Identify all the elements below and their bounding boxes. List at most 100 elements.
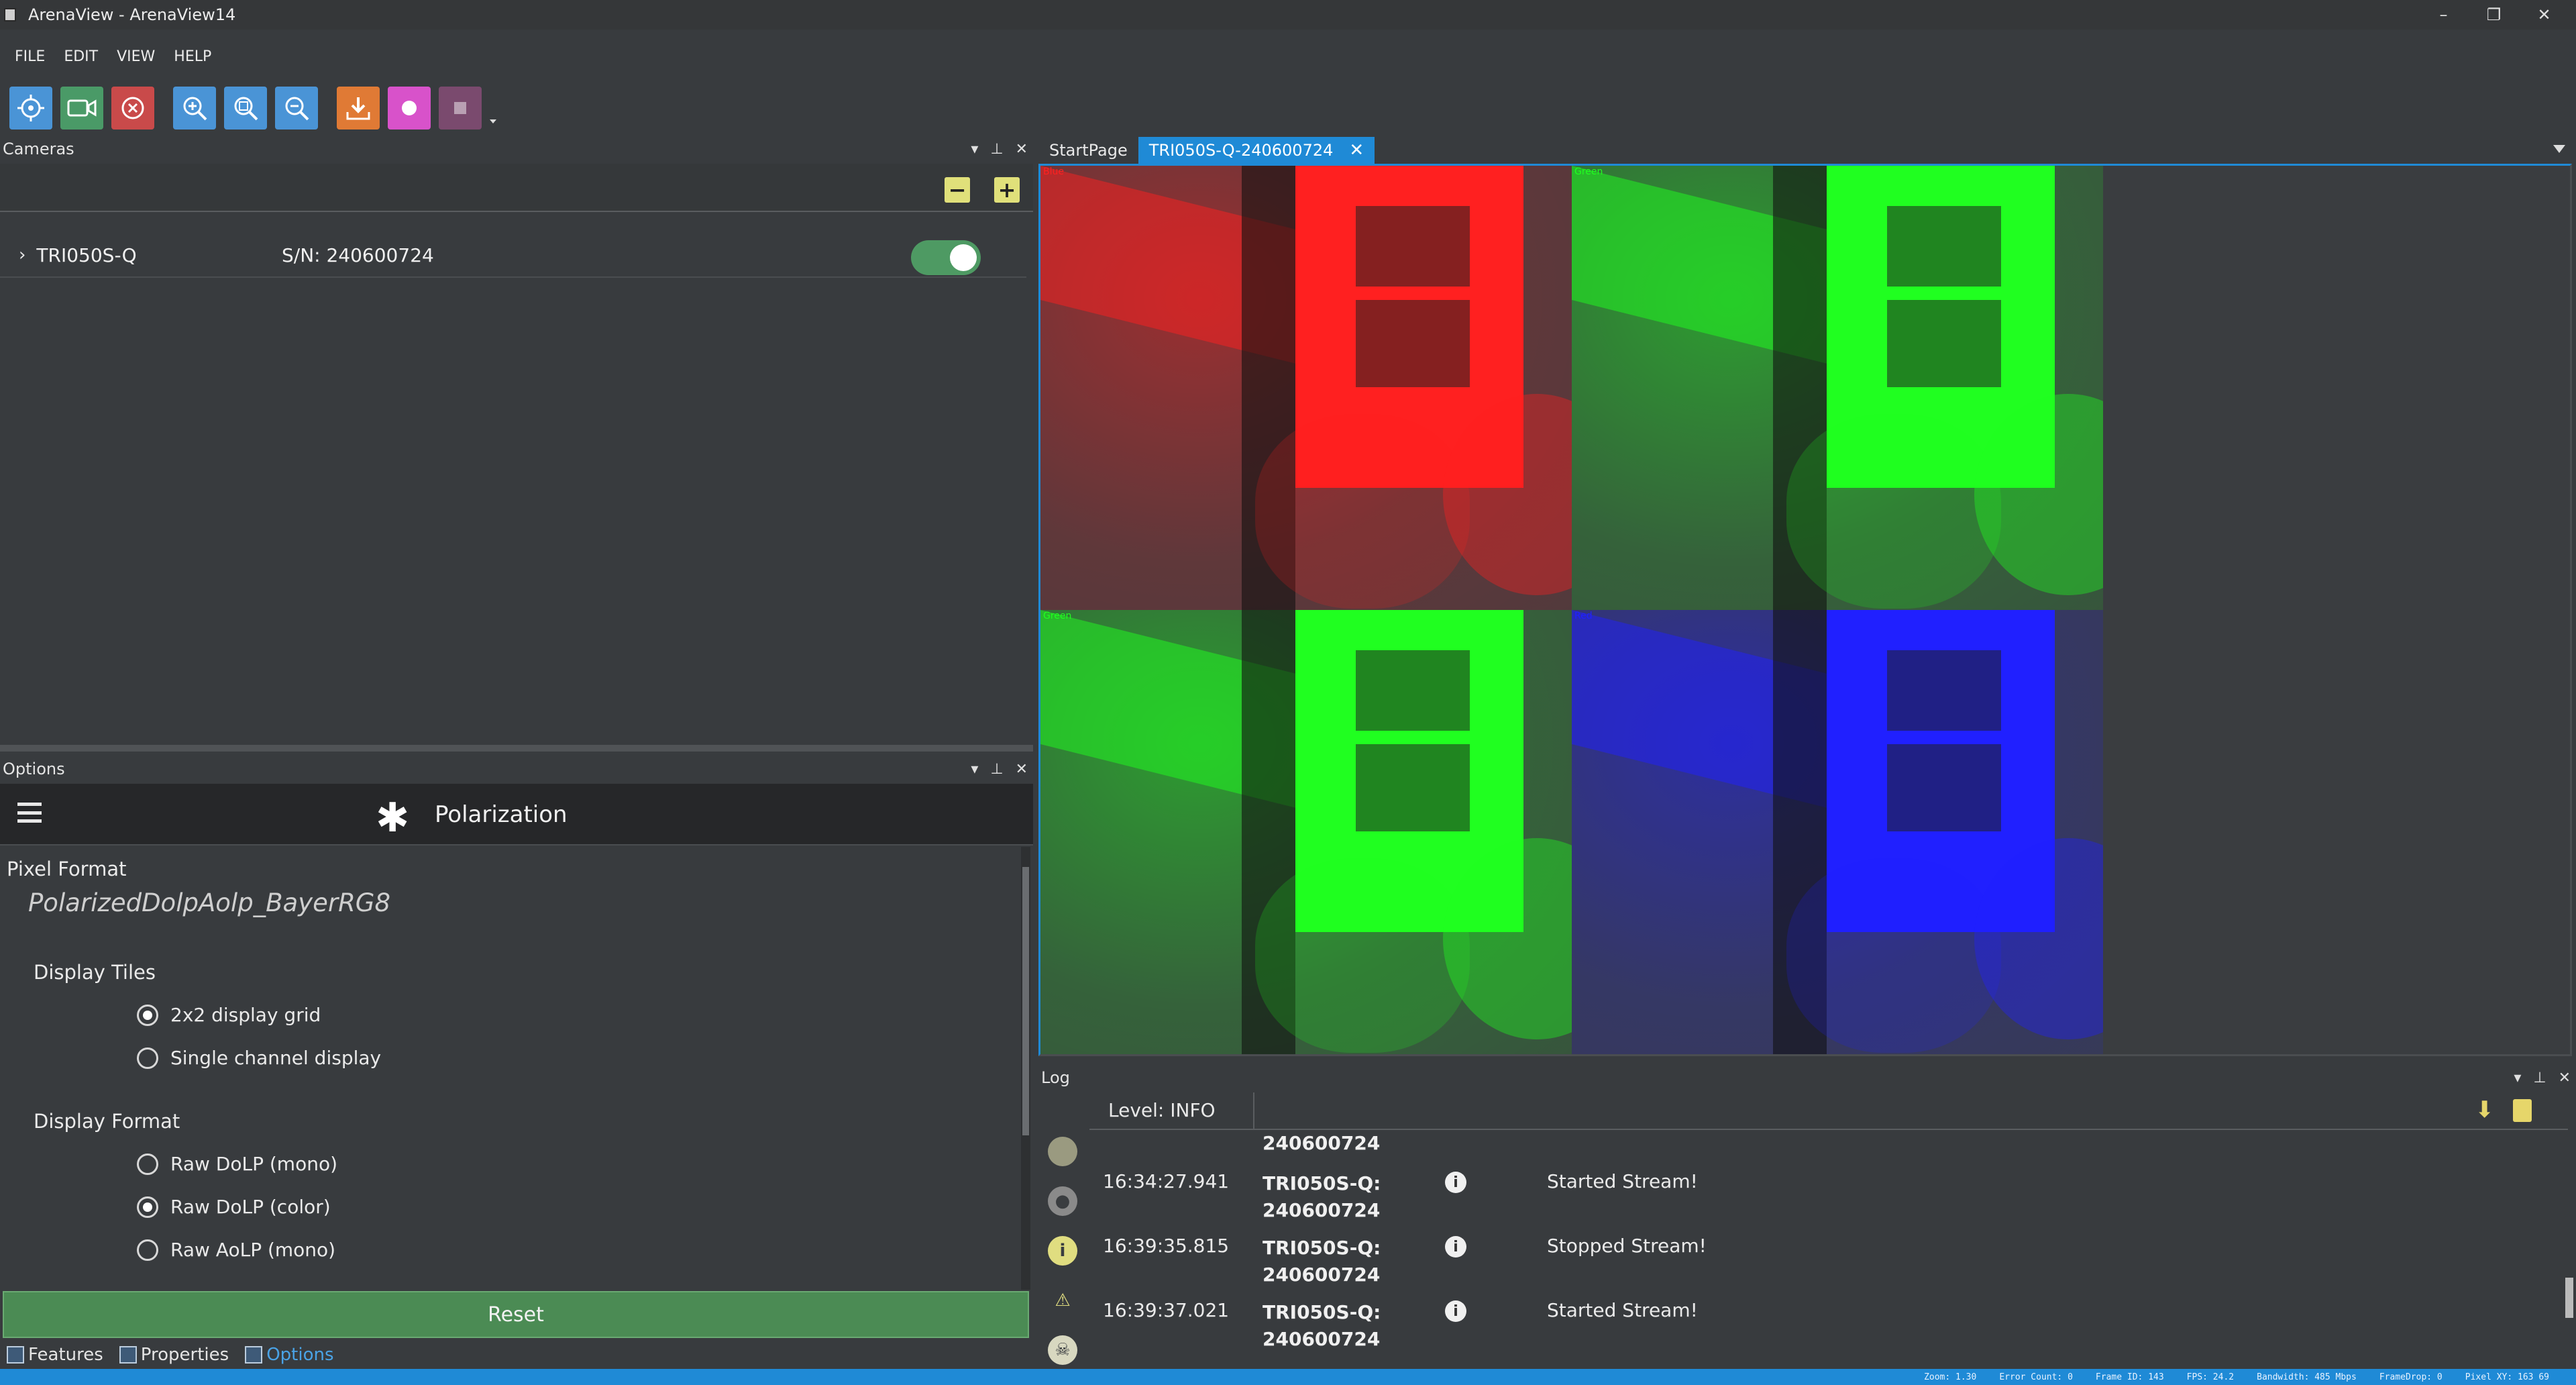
- pin-icon[interactable]: ⊥: [990, 141, 1003, 158]
- select-camera-button[interactable]: [9, 87, 52, 130]
- tab-properties[interactable]: Properties: [119, 1345, 229, 1365]
- plus-icon: +: [998, 177, 1016, 203]
- radio-raw-dolp-mono[interactable]: Raw DoLP (mono): [137, 1153, 337, 1175]
- tab-label: Options: [266, 1345, 334, 1365]
- tab-options[interactable]: Options: [245, 1345, 334, 1365]
- log-source: TRI050S-Q: 240600724: [1263, 1237, 1381, 1286]
- close-icon[interactable]: ✕: [2559, 1070, 2571, 1086]
- collapse-all-button[interactable]: −: [945, 177, 970, 203]
- record-icon: [402, 101, 417, 115]
- panel-menu-icon[interactable]: ▾: [971, 141, 978, 158]
- options-panel-header: Options ▾ ⊥ ✕: [0, 754, 1033, 784]
- menu-edit[interactable]: EDIT: [64, 48, 98, 65]
- panel-menu-icon[interactable]: ▾: [971, 761, 978, 778]
- radio-raw-aolp-mono[interactable]: Raw AoLP (mono): [137, 1239, 335, 1261]
- radio-indicator[interactable]: [137, 1047, 158, 1069]
- save-image-button[interactable]: [337, 87, 380, 130]
- scrollbar-thumb[interactable]: [2565, 1278, 2573, 1318]
- debug-level-icon[interactable]: ●: [1048, 1186, 1077, 1216]
- record-button[interactable]: [388, 87, 431, 130]
- asterisk-icon: ✱: [376, 794, 410, 841]
- log-level-icons: ● i ⚠ ☠: [1038, 1130, 1089, 1372]
- expand-all-button[interactable]: +: [994, 177, 1020, 203]
- tab-label: StartPage: [1049, 141, 1128, 160]
- tile-top-right[interactable]: Green: [1572, 166, 2103, 610]
- start-stream-button[interactable]: [60, 87, 103, 130]
- zoom-out-icon: [285, 97, 309, 121]
- radio-2x2-grid[interactable]: 2x2 display grid: [137, 1004, 321, 1026]
- zoom-in-button[interactable]: [173, 87, 216, 130]
- menu-file[interactable]: FILE: [15, 48, 45, 65]
- image-viewer[interactable]: Blue Green Green Red: [1038, 164, 2572, 1056]
- log-level-filter[interactable]: Level: INFO: [1108, 1099, 1216, 1121]
- tab-features[interactable]: Features: [7, 1345, 103, 1365]
- pin-icon[interactable]: ⊥: [990, 761, 1003, 778]
- options-hero-title: Polarization: [435, 801, 568, 828]
- pin-icon[interactable]: ⊥: [2533, 1070, 2546, 1086]
- log-time: 16:39:35.815: [1103, 1235, 1230, 1257]
- trace-level-icon[interactable]: [1048, 1137, 1077, 1166]
- radio-indicator[interactable]: [137, 1004, 158, 1026]
- warning-level-icon[interactable]: ⚠: [1048, 1286, 1077, 1315]
- tile-label: Red: [1574, 611, 1593, 621]
- zoom-fit-button[interactable]: [224, 87, 267, 130]
- menu-view[interactable]: VIEW: [117, 48, 155, 65]
- info-icon: i: [1445, 1300, 1466, 1322]
- scroll-to-bottom-icon[interactable]: ⬇: [2475, 1096, 2495, 1123]
- log-panel-title: Log: [1041, 1068, 1070, 1087]
- tile-label: Green: [1043, 611, 1072, 621]
- log-source: TRI050S-Q: 240600724: [1263, 1301, 1381, 1350]
- clear-log-icon[interactable]: [2513, 1099, 2532, 1122]
- stop-square-icon: [454, 102, 466, 114]
- panel-menu-icon[interactable]: ▾: [2514, 1070, 2521, 1086]
- reset-button[interactable]: Reset: [3, 1291, 1029, 1338]
- radio-indicator[interactable]: [137, 1153, 158, 1175]
- log-message: Started Stream!: [1547, 1299, 1698, 1321]
- radio-label: Single channel display: [170, 1047, 382, 1069]
- chevron-right-icon[interactable]: ›: [19, 245, 25, 265]
- close-tab-icon[interactable]: ✕: [1349, 140, 1364, 160]
- tab-startpage[interactable]: StartPage: [1038, 137, 1138, 164]
- radio-raw-dolp-color[interactable]: Raw DoLP (color): [137, 1196, 331, 1218]
- close-icon[interactable]: ✕: [1016, 761, 1028, 778]
- close-window-button[interactable]: ✕: [2519, 0, 2569, 30]
- cameras-horizontal-scrollbar[interactable]: [0, 745, 1033, 752]
- radio-label: Raw DoLP (color): [170, 1196, 331, 1218]
- side-panel-tabs: Features Properties Options: [0, 1341, 343, 1369]
- options-panel: Options ▾ ⊥ ✕ ✱ Polarization Pixel Forma…: [0, 754, 1033, 1350]
- camera-list-item[interactable]: › TRI050S-Q S/N: 240600724: [0, 234, 1026, 278]
- fatal-level-icon[interactable]: ☠: [1048, 1335, 1077, 1365]
- info-level-icon[interactable]: i: [1048, 1236, 1077, 1266]
- tile-top-left[interactable]: Blue: [1040, 166, 1572, 610]
- log-vertical-scrollbar[interactable]: [2563, 1130, 2576, 1358]
- radio-label: 2x2 display grid: [170, 1004, 321, 1026]
- radio-single-channel[interactable]: Single channel display: [137, 1047, 381, 1069]
- zoom-out-button[interactable]: [275, 87, 318, 130]
- tab-camera-stream[interactable]: TRI050S-Q-240600724 ✕: [1138, 137, 1375, 164]
- minimize-button[interactable]: –: [2418, 0, 2469, 30]
- stop-stream-button[interactable]: [111, 87, 154, 130]
- close-icon[interactable]: ✕: [1016, 141, 1028, 158]
- menu-bar: FILE EDIT VIEW HELP: [0, 43, 215, 70]
- scrollbar-thumb[interactable]: [1022, 867, 1029, 1135]
- window-title: ArenaView - ArenaView14: [28, 5, 236, 24]
- tile-bottom-left[interactable]: Green: [1040, 610, 1572, 1054]
- camera-name: TRI050S-Q: [36, 244, 137, 266]
- radio-label: Raw AoLP (mono): [170, 1239, 336, 1261]
- display-tiles-label: Display Tiles: [34, 961, 156, 984]
- toolbar-overflow-icon[interactable]: [490, 119, 496, 123]
- camera-serial: S/N: 240600724: [282, 244, 434, 266]
- log-message: Started Stream!: [1547, 1170, 1698, 1192]
- stop-record-button[interactable]: [439, 87, 482, 130]
- tile-bottom-right[interactable]: Red: [1572, 610, 2103, 1054]
- log-source: TRI050S-Q: 240600724: [1263, 1172, 1381, 1221]
- restore-button[interactable]: ❐: [2469, 0, 2519, 30]
- camera-connect-toggle[interactable]: [911, 240, 981, 275]
- hamburger-menu-icon[interactable]: [17, 803, 42, 823]
- menu-help[interactable]: HELP: [174, 48, 211, 65]
- tabs-dropdown-icon[interactable]: [2553, 145, 2565, 153]
- options-vertical-scrollbar[interactable]: [1021, 847, 1030, 1290]
- display-format-label: Display Format: [34, 1110, 180, 1133]
- radio-indicator[interactable]: [137, 1196, 158, 1218]
- radio-indicator[interactable]: [137, 1239, 158, 1261]
